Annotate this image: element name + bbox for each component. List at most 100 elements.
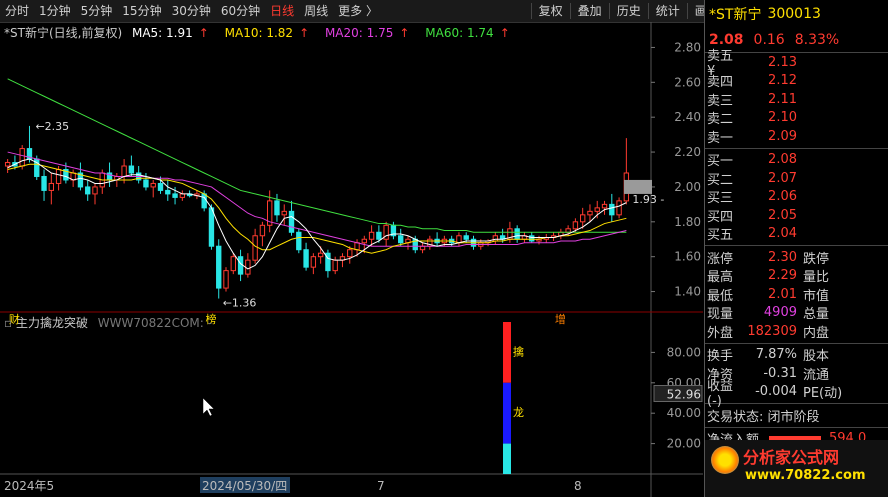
period-tab-6[interactable]: 日线	[265, 0, 299, 22]
sell-row-4-value: 2.09	[768, 128, 797, 144]
stat-row-3-label2: 总量	[803, 307, 830, 323]
stat-row-0-label2: 跌停	[803, 251, 830, 267]
buy-row-0: 买一 2.08	[705, 151, 888, 170]
candle-body-42	[310, 256, 317, 268]
y-tick-label-7: 1.40	[674, 285, 701, 299]
stat2-row-2-label2: PE(动)	[803, 386, 843, 402]
stat2-row-1-value: -0.31	[763, 365, 797, 381]
stats-block-2: 换手 7.87% 股本 净资 -0.31 流通 收益(-) -0.004 PE(动)	[705, 346, 888, 409]
y-tick-label-3: 2.20	[674, 145, 701, 159]
candle-body-51	[376, 231, 382, 240]
sell-row-3-label: 卖二	[707, 112, 734, 128]
sell-row-0-value: 2.13	[768, 54, 797, 70]
stat-row-1-value: 2.29	[768, 268, 797, 284]
kline-chart[interactable]: 2.80 2.60 2.40 2.20 2.00 1.80 1.60 1.40 ←2.35 ←1.…	[0, 22, 703, 497]
candle-body-5	[41, 175, 47, 191]
y-tick-label-1: 2.60	[674, 75, 701, 89]
buy-row-4: 买五 2.04	[705, 225, 888, 244]
stat-row-2: 最低 2.01 市值	[705, 285, 888, 304]
stat-row-1-label2: 量比	[803, 270, 830, 286]
stat2-row-2: 收益(-) -0.004 PE(动)	[705, 379, 888, 409]
candle-body-33	[245, 259, 251, 275]
period-tab-3[interactable]: 15分钟	[117, 0, 166, 22]
sell-row-1-value: 2.12	[768, 73, 797, 89]
price-change-pct: 8.33%	[794, 32, 840, 48]
candle-body-48	[354, 242, 360, 251]
x-label-3: 8	[574, 479, 582, 493]
buy-row-3: 买四 2.05	[705, 206, 888, 225]
candle-body-22	[165, 189, 171, 195]
sell-row-2-label: 卖三	[707, 93, 734, 109]
stat2-row-1-label2: 流通	[803, 367, 830, 383]
stat-row-4-value: 182309	[747, 323, 797, 339]
candle-body-35	[259, 224, 266, 237]
stat-row-4-label2: 内盘	[803, 325, 830, 341]
period-tab-4[interactable]: 30分钟	[167, 0, 216, 22]
candle-body-67	[492, 235, 499, 242]
ind-tick-label-3: 20.00	[667, 437, 701, 451]
sell-row-4: 卖一 2.09	[705, 127, 888, 146]
stat2-row-2-label: 收益(-)	[707, 378, 734, 409]
candle-body-29	[216, 245, 222, 289]
buy-row-0-label: 买一	[707, 154, 734, 170]
x-label-2: 7	[377, 479, 385, 493]
high-annotation: ←2.35	[35, 120, 69, 133]
stat-row-1: 最高 2.29 量比	[705, 267, 888, 286]
sell-row-1: 卖四 2.12	[705, 72, 888, 91]
order-book: 卖五 ¥2.13 卖四 2.12 卖三 2.11 卖二 2.10 卖一 2.09 买一 2.08 买二…	[705, 49, 888, 244]
stat-row-2-label: 最低	[707, 288, 734, 304]
candle-body-84	[616, 200, 622, 216]
period-tab-7[interactable]: 周线	[299, 0, 333, 22]
buy-row-4-label: 买五	[707, 228, 734, 244]
toolbar-button-3[interactable]: 统计	[651, 0, 685, 22]
ma-legend: *ST新宁(日线,前复权) MA5: 1.91 ↑ MA10: 1.82 ↑ MA2…	[4, 24, 522, 41]
candle-body-72	[529, 235, 535, 242]
period-tab-8[interactable]: 更多 〉	[333, 0, 383, 22]
low-annotation: ←1.36	[223, 297, 257, 310]
sell-row-3: 卖二 2.10	[705, 109, 888, 128]
candle-body-20	[150, 182, 156, 188]
candle-body-31	[230, 256, 236, 272]
candle-body-30	[223, 270, 229, 289]
legend-ma20: MA20: 1.75 ↑	[324, 26, 410, 40]
chart-area[interactable]: 2.80 2.60 2.40 2.20 2.00 1.80 1.60 1.40 ←2.35 ←1.…	[0, 22, 703, 497]
period-tab-2[interactable]: 5分钟	[76, 0, 118, 22]
toolbar-button-2[interactable]: 历史	[612, 0, 646, 22]
ind-tick-label-0: 80.00	[667, 345, 701, 359]
bar-label-qin: 擒	[513, 344, 524, 358]
stat2-row-0-label2: 股本	[803, 349, 830, 365]
candle-body-79	[580, 214, 586, 223]
y-tick-label-4: 2.00	[674, 180, 701, 194]
candle-body-23	[172, 193, 178, 198]
candle-body-6	[48, 182, 54, 191]
candle-body-81	[594, 207, 600, 212]
stock-code: 300013	[767, 6, 821, 22]
y-tick-label-0: 2.80	[674, 40, 701, 54]
y-tick-label-2: 2.40	[674, 110, 701, 124]
sell-row-0: 卖五 ¥2.13	[705, 49, 888, 79]
period-tab-1[interactable]: 1分钟	[34, 0, 76, 22]
toolbar-button-1[interactable]: 叠加	[573, 0, 607, 22]
candle-body-82	[601, 203, 608, 209]
stat-row-1-label: 最高	[707, 270, 734, 286]
candle-body-54	[398, 235, 404, 244]
candle-body-39	[288, 210, 295, 233]
last-annotation: 1.93 -	[632, 193, 664, 206]
period-tab-5[interactable]: 60分钟	[216, 0, 265, 22]
period-tab-0[interactable]: 分时	[0, 0, 34, 22]
ind-bar-red	[503, 322, 511, 383]
candle-body-12	[92, 186, 98, 195]
stat-row-3-value: 4909	[763, 305, 797, 321]
stat2-row-0-label: 换手	[707, 349, 734, 365]
buy-row-2: 买三 2.06	[705, 188, 888, 206]
stat2-row-0: 换手 7.87% 股本	[705, 346, 888, 365]
candle-body-83	[609, 203, 615, 216]
toolbar-button-0[interactable]: 复权	[534, 0, 568, 22]
sell-row-1-label: 卖四	[707, 75, 734, 91]
legend-ma5: MA5: 1.91 ↑	[131, 26, 209, 40]
price-change: 0.16	[753, 32, 785, 48]
logo: 分析家公式网 www.70822.com	[705, 440, 888, 497]
indicator-title[interactable]: ▫ 主力擒龙突破 WWW70822COM: -	[4, 314, 212, 331]
ind-bar-blue	[503, 382, 511, 444]
stat-row-0-value: 2.30	[768, 249, 797, 265]
